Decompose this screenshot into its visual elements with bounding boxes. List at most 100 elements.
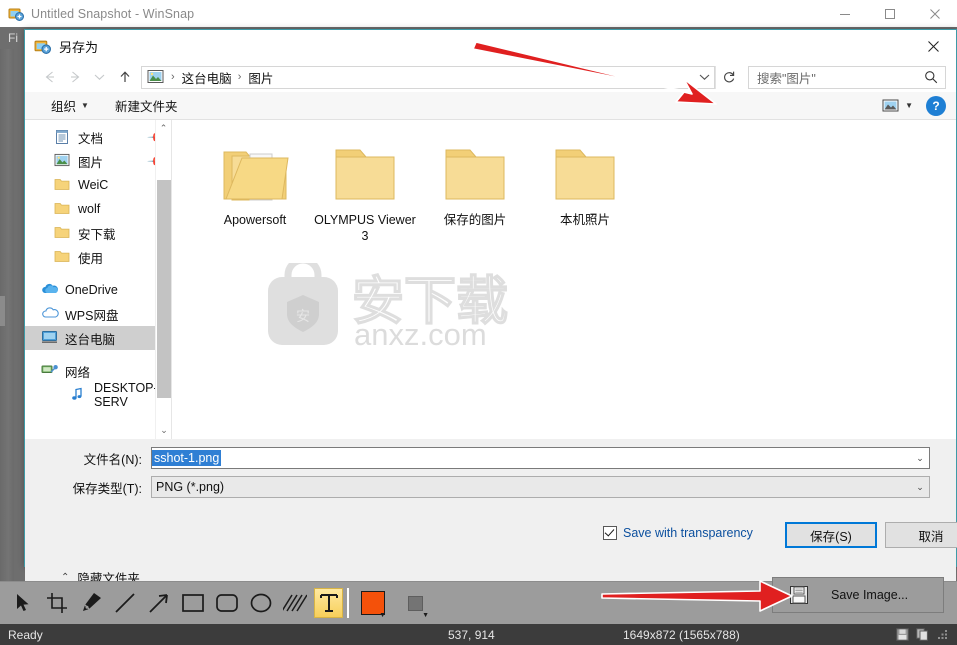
close-button[interactable] [912, 0, 957, 27]
save-image-button[interactable]: Save Image... [772, 577, 944, 613]
filename-value[interactable]: sshot-1.png [152, 450, 222, 466]
cancel-button[interactable]: 取消 [885, 522, 957, 548]
folder-name: 本机照片 [559, 213, 610, 227]
winsnap-app-window: Untitled Snapshot - WinSnap Fi 另存为 › 这台电… [0, 0, 957, 645]
list-item[interactable]: 本机照片 [530, 134, 640, 244]
arrow-tool[interactable] [144, 588, 173, 618]
resize-grip-icon[interactable] [936, 628, 949, 641]
minimize-button[interactable] [822, 0, 867, 27]
back-icon[interactable] [37, 65, 62, 89]
scroll-up-icon[interactable]: ⌃ [156, 120, 171, 137]
tree-item-this-pc[interactable]: 这台电脑 [25, 326, 171, 350]
cloud-icon [41, 306, 59, 323]
dialog-navigation-bar: › 这台电脑 › 图片 搜索"图片" [25, 62, 956, 92]
up-icon[interactable] [112, 65, 137, 89]
refresh-icon[interactable] [715, 65, 741, 89]
new-folder-button[interactable]: 新建文件夹 [115, 96, 178, 115]
tree-item-desktop-server[interactable]: DESKTOP-SERV [25, 381, 171, 409]
folder-name: Apowersoft [223, 213, 287, 227]
tree-item-label: 使用 [78, 251, 104, 266]
status-bar: Ready 537, 914 1649x872 (1565x788) [0, 624, 957, 645]
filename-input[interactable]: sshot-1.png ⌄ [151, 447, 930, 469]
folder-icon [54, 249, 71, 266]
organize-button[interactable]: 组织 ▼ [51, 96, 89, 115]
size-chevron-down-icon[interactable]: ▼ [422, 612, 429, 619]
tree-item-shiyong[interactable]: 使用 [25, 245, 171, 269]
line-width-button[interactable]: ▼ [401, 588, 430, 619]
watermark-text: anxz.com [354, 317, 487, 351]
recent-locations-chevron-down-icon[interactable] [87, 65, 112, 89]
status-ready-text: Ready [8, 627, 43, 642]
scroll-down-icon[interactable]: ⌄ [156, 422, 171, 439]
view-layout-icon[interactable] [880, 96, 902, 116]
filename-dropdown-chevron-down-icon[interactable]: ⌄ [911, 448, 929, 468]
folder-grid: Apowersoft OLYMPUS Viewer 3 保存的图片 本机照片 [172, 120, 956, 244]
breadcrumb-separator: › [237, 71, 242, 83]
floppy-disk-icon[interactable] [896, 628, 909, 641]
maximize-button[interactable] [867, 0, 912, 27]
watermark: 安 安下载 anxz.com [262, 263, 562, 351]
hatch-tool[interactable] [280, 588, 309, 618]
address-dropdown-chevron-down-icon[interactable] [694, 67, 714, 88]
rounded-rectangle-tool[interactable] [212, 588, 241, 618]
line-tool[interactable] [110, 588, 139, 618]
forward-icon[interactable] [62, 65, 87, 89]
window-controls [822, 0, 957, 27]
menu-item-file[interactable]: Fi [8, 31, 18, 45]
tree-scrollbar[interactable]: ⌃ ⌄ [155, 120, 171, 439]
pen-tool[interactable] [76, 588, 105, 618]
text-tool[interactable] [314, 588, 343, 618]
address-bar[interactable]: › 这台电脑 › 图片 [141, 65, 715, 89]
help-icon[interactable]: ? [926, 95, 946, 116]
network-icon [41, 363, 58, 380]
dialog-close-button[interactable] [910, 30, 956, 62]
foreground-color-button[interactable]: ▼ [358, 588, 387, 619]
save-with-transparency-option[interactable]: Save with transparency [603, 526, 753, 540]
color-chevron-down-icon[interactable]: ▼ [379, 612, 386, 619]
tree-item-wolf[interactable]: wolf [25, 197, 171, 221]
breadcrumb-separator: › [171, 71, 175, 83]
filetype-dropdown-chevron-down-icon[interactable]: ⌄ [911, 477, 929, 497]
save-button[interactable]: 保存(S) [785, 522, 877, 548]
tree-item-pictures[interactable]: 图片 📌 [25, 149, 171, 173]
tree-item-label: 这台电脑 [65, 332, 116, 347]
tree-item-network[interactable]: 网络 [25, 359, 171, 383]
filetype-label: 保存类型(T): [72, 481, 142, 496]
folder-icon [54, 225, 71, 242]
documents-icon [54, 129, 71, 146]
transparency-checkbox[interactable] [603, 526, 617, 540]
view-chevron-down-icon[interactable]: ▼ [905, 101, 913, 110]
copy-icon[interactable] [916, 628, 929, 641]
search-input[interactable]: 搜索"图片" [748, 65, 946, 89]
canvas-resize-handle[interactable] [0, 296, 5, 326]
tree-item-label: OneDrive [65, 283, 118, 297]
status-coordinates: 537, 914 [448, 627, 495, 642]
tree-item-wps-cloud[interactable]: WPS网盘 [25, 302, 171, 326]
onedrive-icon [41, 282, 58, 299]
list-item[interactable]: Apowersoft [200, 134, 310, 244]
toolbar-separator [347, 588, 349, 618]
tree-item-weic[interactable]: WeiC [25, 173, 171, 197]
select-tool[interactable] [8, 588, 37, 618]
tree-item-documents[interactable]: 文档 📌 [25, 125, 171, 149]
crop-tool[interactable] [42, 588, 71, 618]
list-item[interactable]: 保存的图片 [420, 134, 530, 244]
ellipse-tool[interactable] [246, 588, 275, 618]
new-folder-label: 新建文件夹 [114, 100, 178, 114]
rectangle-tool[interactable] [178, 588, 207, 618]
tree-item-label: WeiC [78, 178, 109, 192]
filetype-select[interactable]: PNG (*.png) ⌄ [151, 476, 930, 498]
folder-name: 保存的图片 [443, 213, 507, 227]
folder-icon [530, 134, 640, 206]
folder-icon [310, 134, 420, 206]
tree-item-anxiazai[interactable]: 安下载 [25, 221, 171, 245]
breadcrumb-item-pictures[interactable]: 图片 [246, 68, 275, 87]
tree-item-label: 安下载 [78, 227, 116, 242]
breadcrumb-item-this-pc[interactable]: 这台电脑 [180, 68, 234, 87]
svg-text:安: 安 [296, 308, 310, 324]
scrollbar-thumb[interactable] [157, 180, 171, 398]
tree-item-onedrive[interactable]: OneDrive [25, 278, 171, 302]
file-list-pane[interactable]: Apowersoft OLYMPUS Viewer 3 保存的图片 本机照片 安… [171, 120, 956, 439]
winsnap-icon [34, 38, 51, 55]
list-item[interactable]: OLYMPUS Viewer 3 [310, 134, 420, 244]
